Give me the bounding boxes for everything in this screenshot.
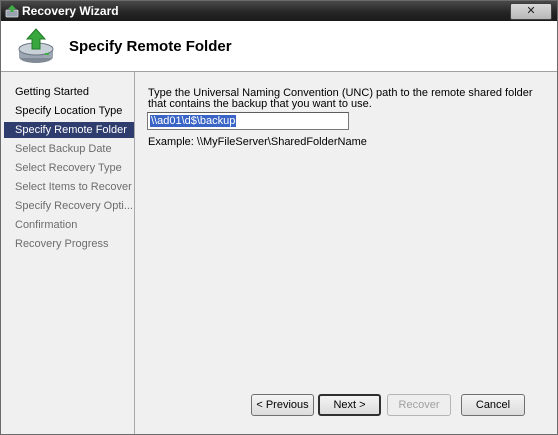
example-text: Example: \\MyFileServer\SharedFolderName	[148, 136, 367, 148]
nav-step-confirmation: Confirmation	[15, 219, 78, 231]
close-button[interactable]: ✕	[510, 3, 552, 20]
nav-step-specify-recovery-options: Specify Recovery Opti...	[15, 200, 133, 212]
nav-step-recovery-progress: Recovery Progress	[15, 238, 109, 250]
previous-button[interactable]: < Previous	[251, 394, 314, 416]
nav-step-specify-remote-folder[interactable]: Specify Remote Folder	[4, 122, 134, 138]
unc-path-value: \\ad01\d$\backup	[150, 115, 237, 127]
wizard-content: Type the Universal Naming Convention (UN…	[135, 72, 557, 434]
page-title: Specify Remote Folder	[69, 38, 232, 55]
wizard-header: Specify Remote Folder	[1, 21, 557, 72]
nav-step-select-recovery-type: Select Recovery Type	[15, 162, 122, 174]
unc-path-input[interactable]: \\ad01\d$\backup	[147, 112, 349, 130]
nav-step-select-items-to-recover: Select Items to Recover	[15, 181, 132, 193]
instruction-text: Type the Universal Naming Convention (UN…	[148, 87, 533, 110]
nav-step-getting-started[interactable]: Getting Started	[4, 84, 134, 100]
title-bar[interactable]: Recovery Wizard ✕	[1, 1, 557, 21]
cancel-button[interactable]: Cancel	[461, 394, 525, 416]
recover-button: Recover	[387, 394, 451, 416]
wizard-steps-nav: Getting Started Specify Location Type Sp…	[1, 72, 135, 434]
window-title: Recovery Wizard	[22, 4, 119, 18]
nav-step-specify-location-type[interactable]: Specify Location Type	[4, 103, 134, 119]
backup-restore-icon	[18, 28, 54, 63]
nav-step-select-backup-date: Select Backup Date	[15, 143, 112, 155]
recovery-wizard-window: Recovery Wizard ✕ Specify Remote Folder …	[0, 0, 558, 435]
wizard-app-icon	[5, 5, 19, 18]
next-button[interactable]: Next >	[318, 394, 381, 416]
